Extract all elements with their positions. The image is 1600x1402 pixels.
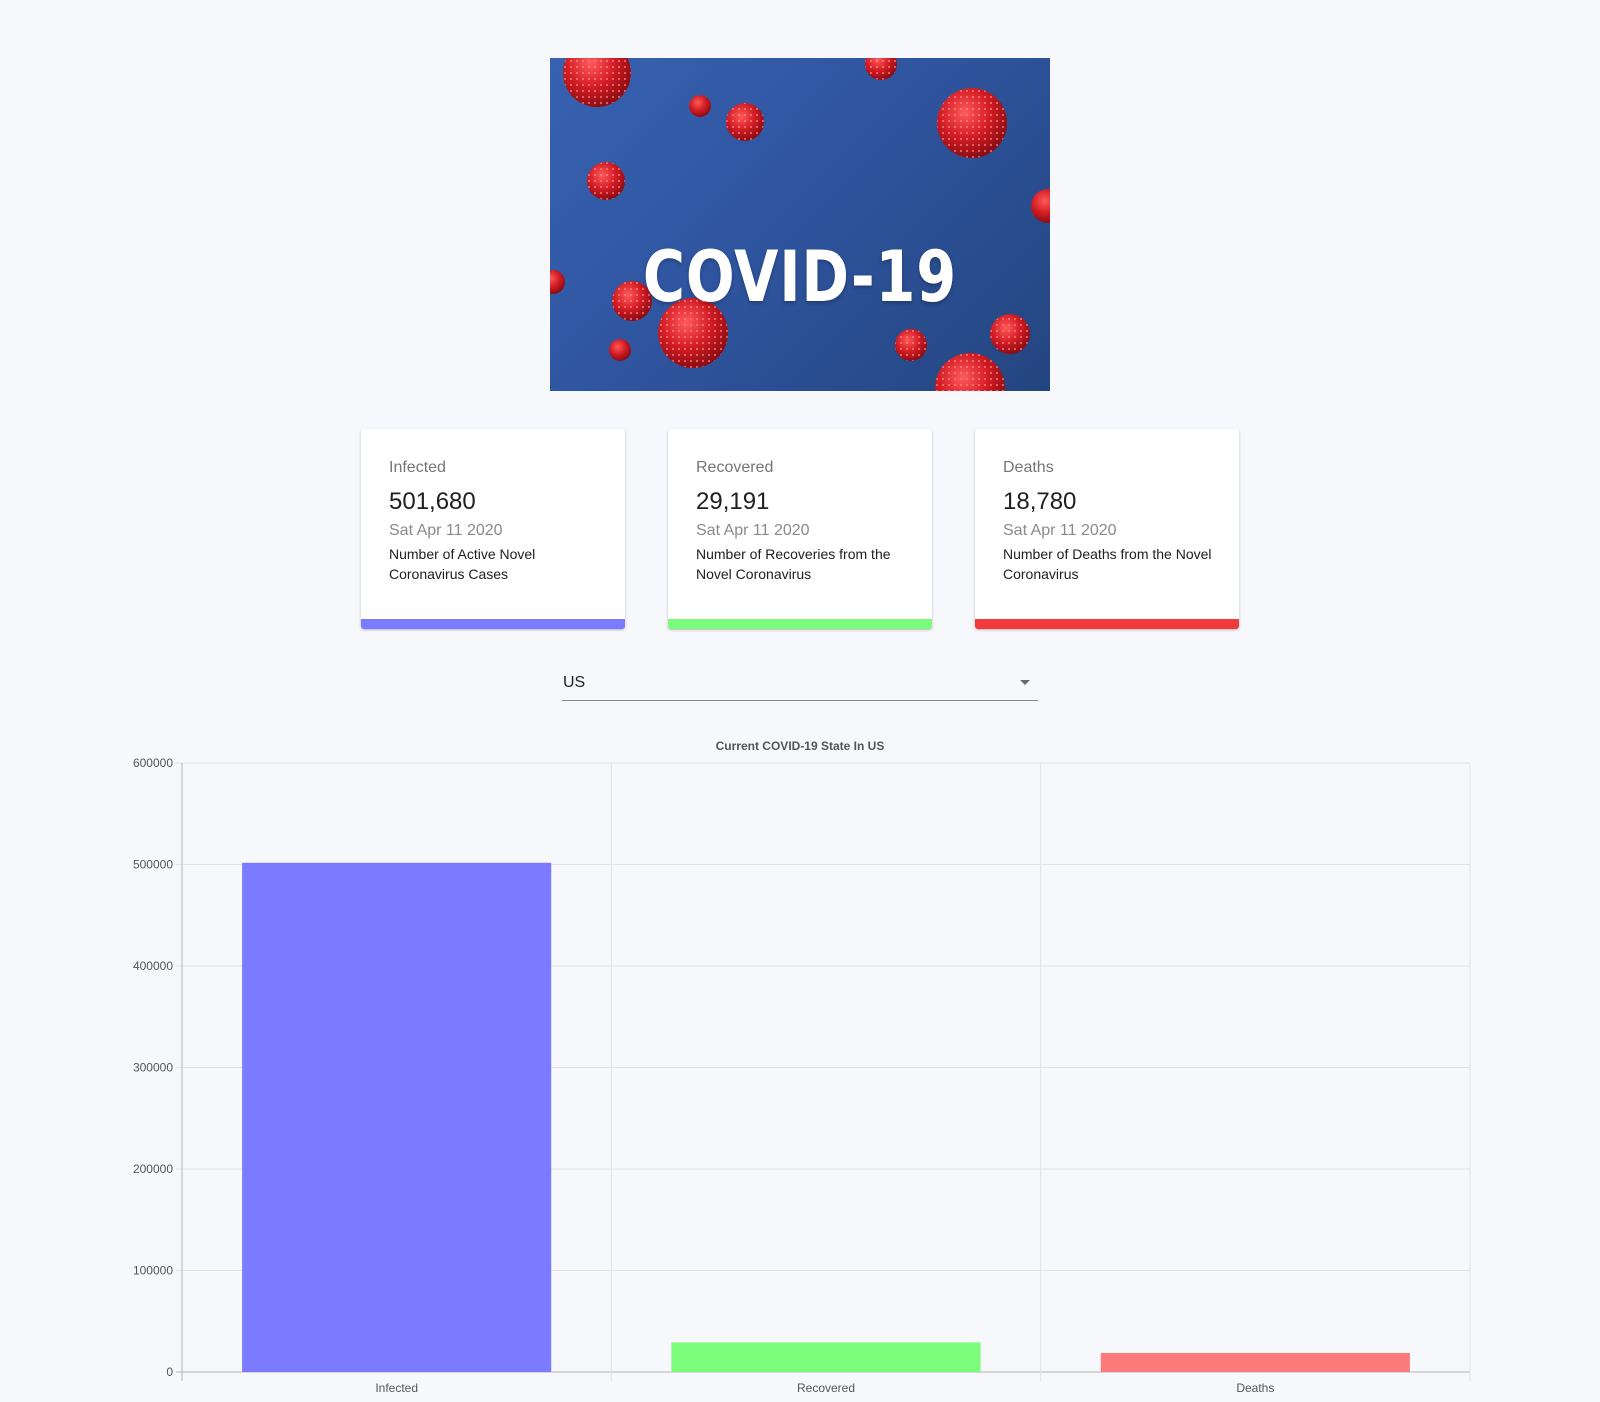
bar-chart: 0 100000 200000 300000 400000 500000 600000 Inf…	[133, 756, 1471, 1395]
x-tick-label: Deaths	[1236, 1381, 1274, 1395]
y-tick-label: 400000	[133, 959, 173, 973]
page: COVID-19 Infected 501,680 Sat Apr 11 202…	[0, 0, 1600, 1402]
y-tick-label: 500000	[133, 858, 173, 872]
bar-infected	[242, 862, 552, 1372]
y-tick-label: 200000	[133, 1162, 173, 1176]
y-tick-label: 100000	[133, 1264, 173, 1278]
y-tick-label: 600000	[133, 756, 173, 770]
x-tick-label: Infected	[375, 1381, 418, 1395]
x-tick-label: Recovered	[797, 1381, 855, 1395]
bar-deaths	[1100, 1352, 1410, 1372]
y-tick-label: 300000	[133, 1061, 173, 1075]
y-tick-label: 0	[166, 1365, 173, 1379]
bar-recovered	[671, 1342, 981, 1372]
